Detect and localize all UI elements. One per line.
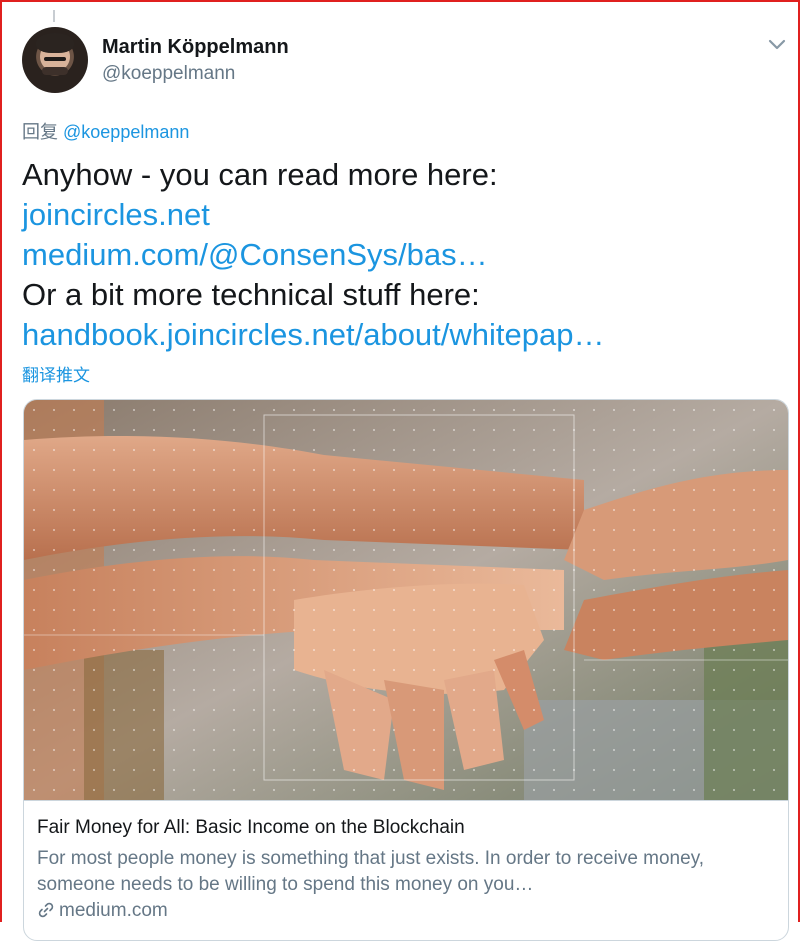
card-title[interactable]: Fair Money for All: Basic Income on the … bbox=[37, 817, 465, 839]
tweet-line: Or a bit more technical stuff here: bbox=[22, 277, 480, 312]
translate-tweet-link[interactable]: 翻译推文 bbox=[22, 361, 90, 386]
link-preview-card[interactable]: Fair Money for All: Basic Income on the … bbox=[23, 399, 789, 941]
avatar[interactable] bbox=[22, 27, 88, 93]
card-image[interactable] bbox=[24, 400, 788, 800]
reply-prefix: 回复 bbox=[22, 122, 58, 142]
author-name[interactable]: Martin Köppelmann bbox=[102, 36, 289, 59]
tweet-line: Anyhow - you can read more here: bbox=[22, 157, 498, 192]
card-domain: medium.com bbox=[37, 900, 168, 922]
tweet-link-handbook[interactable]: handbook.joincircles.net/about/whitepap… bbox=[22, 315, 792, 355]
reply-context: 回复 @koeppelmann bbox=[22, 118, 189, 144]
tweet-text: Anyhow - you can read more here: joincir… bbox=[22, 155, 792, 355]
chevron-down-icon[interactable] bbox=[766, 36, 788, 52]
reply-mention-link[interactable]: @koeppelmann bbox=[63, 122, 189, 142]
thread-connector bbox=[53, 10, 55, 22]
tweet-link-joincircles[interactable]: joincircles.net bbox=[22, 195, 792, 235]
card-text-area[interactable]: Fair Money for All: Basic Income on the … bbox=[24, 800, 788, 921]
card-domain-text: medium.com bbox=[59, 900, 168, 921]
card-description: For most people money is something that … bbox=[37, 848, 705, 895]
author-handle[interactable]: @koeppelmann bbox=[102, 63, 235, 85]
link-icon bbox=[38, 902, 54, 918]
tweet-link-medium[interactable]: medium.com/@ConsenSys/bas… bbox=[22, 235, 792, 275]
